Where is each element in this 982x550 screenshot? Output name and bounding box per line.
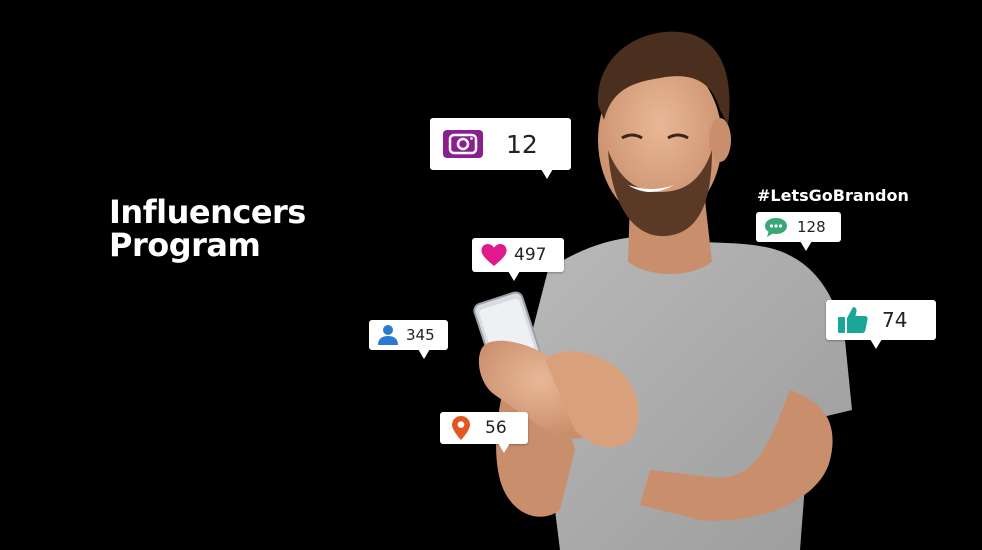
- instagram-icon: [443, 130, 483, 158]
- location-count-bubble: 56: [440, 412, 528, 453]
- man-with-phone-photo: [473, 31, 852, 550]
- comments-count-bubble: 128: [756, 212, 841, 251]
- hashtag-label: #LetsGoBrandon: [757, 186, 909, 205]
- comment-icon: [764, 217, 788, 238]
- followers-count: 345: [406, 326, 435, 344]
- location-count: 56: [485, 418, 507, 438]
- thumbs-up-count: 74: [882, 308, 908, 332]
- instagram-count: 12: [506, 129, 538, 159]
- followers-count-bubble: 345: [369, 320, 448, 359]
- user-icon: [377, 324, 399, 346]
- thumbs-up-icon: [838, 306, 868, 334]
- page-title: Influencers Program: [109, 196, 306, 262]
- location-pin-icon: [452, 416, 470, 440]
- instagram-count-bubble: 12: [430, 118, 571, 179]
- title-line-1: Influencers: [109, 193, 306, 231]
- heart-icon: [481, 243, 507, 267]
- likes-count: 497: [514, 245, 547, 265]
- comments-count: 128: [797, 218, 826, 236]
- thumbs-up-count-bubble: 74: [826, 300, 936, 349]
- title-line-2: Program: [109, 226, 261, 264]
- likes-count-bubble: 497: [472, 238, 564, 281]
